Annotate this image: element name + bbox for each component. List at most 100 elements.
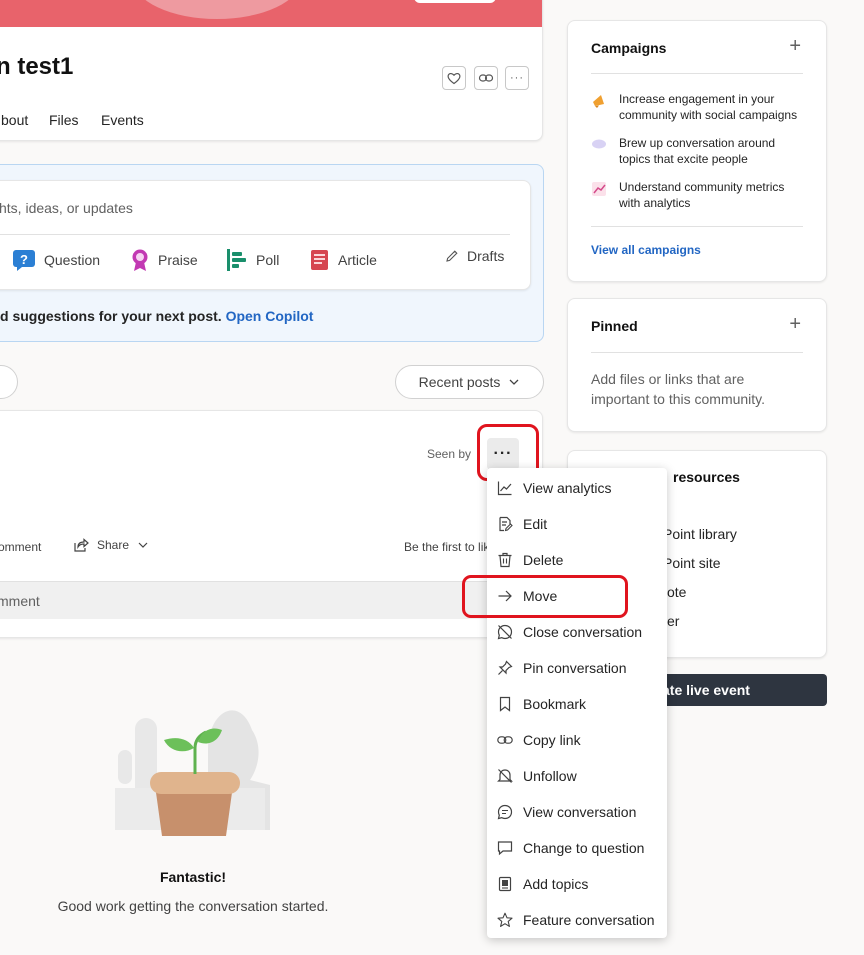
unfollow-icon xyxy=(497,769,513,783)
favorite-button[interactable] xyxy=(442,66,466,90)
menu-item-copy-link[interactable]: Copy link xyxy=(487,722,667,758)
post-type-label: Article xyxy=(338,252,377,268)
pencil-icon xyxy=(446,250,458,262)
resource-sharepoint-site[interactable]: Point site xyxy=(663,555,721,571)
post-type-article[interactable]: Article xyxy=(310,248,377,272)
menu-item-label: Unfollow xyxy=(523,768,577,784)
tab-about[interactable]: bout xyxy=(1,112,28,128)
menu-item-label: Delete xyxy=(523,552,564,568)
question-icon: ? xyxy=(13,250,35,271)
svg-text:?: ? xyxy=(20,252,28,267)
campaign-item-text: Increase engagement in your community wi… xyxy=(619,92,798,122)
group-header-card: n test1 ··· bout Files Events xyxy=(0,0,543,141)
topics-icon xyxy=(498,876,512,892)
campaign-item[interactable]: Increase engagement in your community wi… xyxy=(591,91,806,123)
like-prompt: Be the first to lik xyxy=(404,540,490,554)
menu-item-change-to-question[interactable]: Change to question xyxy=(487,830,667,866)
post-type-praise[interactable]: Praise xyxy=(130,248,198,272)
praise-icon xyxy=(132,249,148,271)
menu-item-label: View analytics xyxy=(523,480,612,496)
resource-onenote[interactable]: ote xyxy=(667,584,686,600)
menu-item-view-conversation[interactable]: View conversation xyxy=(487,794,667,830)
resource-planner[interactable]: er xyxy=(667,613,679,629)
chevron-down-icon xyxy=(138,542,148,548)
copilot-suggestion: d suggestions for your next post. Open C… xyxy=(0,308,313,324)
drafts-button[interactable]: Drafts xyxy=(445,248,504,264)
question-icon xyxy=(497,841,513,856)
post-type-label: Question xyxy=(44,252,101,268)
menu-item-view-analytics[interactable]: View analytics xyxy=(487,470,667,506)
composer-input[interactable]: hts, ideas, or updates xyxy=(0,200,133,216)
chat-bubble-icon xyxy=(592,139,606,149)
sort-dropdown[interactable]: Recent posts xyxy=(395,365,544,399)
pinned-card: Pinned + Add files or links that are imp… xyxy=(567,298,827,432)
tab-events[interactable]: Events xyxy=(101,112,144,128)
resource-sharepoint-library[interactable]: Point library xyxy=(663,526,737,542)
analytics-icon xyxy=(497,481,512,496)
empty-state-message: Good work getting the conversation start… xyxy=(57,898,329,914)
plant-illustration xyxy=(115,710,270,836)
menu-item-label: Add topics xyxy=(523,876,589,892)
add-pinned-button[interactable]: + xyxy=(789,314,801,334)
menu-item-bookmark[interactable]: Bookmark xyxy=(487,686,667,722)
menu-item-label: Edit xyxy=(523,516,548,532)
seen-by-label[interactable]: Seen by xyxy=(427,447,471,461)
menu-item-feature-conversation[interactable]: Feature conversation xyxy=(487,902,667,938)
menu-item-pin-conversation[interactable]: Pin conversation xyxy=(487,650,667,686)
move-item-highlight xyxy=(462,575,628,618)
campaigns-divider xyxy=(591,226,803,227)
edit-icon xyxy=(499,516,513,532)
conversation-icon xyxy=(497,804,513,820)
banner-decoration xyxy=(133,0,301,19)
menu-item-label: View conversation xyxy=(523,804,637,820)
tab-files[interactable]: Files xyxy=(49,112,79,128)
pin-icon xyxy=(498,660,513,675)
megaphone-icon xyxy=(593,95,604,108)
post-type-label: Praise xyxy=(158,252,198,268)
menu-item-label: Close conversation xyxy=(523,624,643,640)
post-type-question[interactable]: ? Question xyxy=(12,248,100,272)
view-all-campaigns-link[interactable]: View all campaigns xyxy=(591,243,701,257)
group-banner xyxy=(0,0,542,27)
pinned-title: Pinned xyxy=(591,318,638,334)
campaign-item[interactable]: Understand community metrics with analyt… xyxy=(591,179,806,211)
menu-item-label: Change to question xyxy=(523,840,645,856)
campaign-item-text: Brew up conversation around topics that … xyxy=(619,136,776,166)
analytics-icon xyxy=(592,182,606,196)
live-event-label: ate live event xyxy=(662,682,750,698)
add-campaign-button[interactable]: + xyxy=(789,36,801,56)
campaigns-divider xyxy=(591,73,803,74)
post-type-poll[interactable]: Poll xyxy=(226,248,279,272)
poll-icon xyxy=(227,249,246,271)
group-title: n test1 xyxy=(0,53,74,80)
more-icon: ··· xyxy=(510,72,524,84)
comment-input[interactable]: mment xyxy=(0,593,40,609)
star-icon xyxy=(497,912,513,927)
share-label: Share xyxy=(97,538,130,552)
more-options-button[interactable]: ··· xyxy=(505,66,529,90)
plus-icon: + xyxy=(789,313,801,335)
bookmark-icon xyxy=(499,696,511,712)
open-copilot-link[interactable]: Open Copilot xyxy=(226,308,314,324)
copy-link-button[interactable] xyxy=(474,66,498,90)
menu-item-close-conversation[interactable]: Close conversation xyxy=(487,614,667,650)
campaign-item[interactable]: Brew up conversation around topics that … xyxy=(591,135,806,167)
menu-item-unfollow[interactable]: Unfollow xyxy=(487,758,667,794)
menu-item-add-topics[interactable]: Add topics xyxy=(487,866,667,902)
pinned-divider xyxy=(591,352,803,353)
heart-icon xyxy=(447,72,461,85)
empty-state-title: Fantastic! xyxy=(159,869,227,885)
menu-item-edit[interactable]: Edit xyxy=(487,506,667,542)
chevron-down-icon xyxy=(509,379,519,385)
menu-item-delete[interactable]: Delete xyxy=(487,542,667,578)
banner-button[interactable] xyxy=(414,0,496,3)
menu-item-label: Bookmark xyxy=(523,696,587,712)
menu-item-label: Pin conversation xyxy=(523,660,627,676)
resources-title: resources xyxy=(673,469,740,485)
drafts-label: Drafts xyxy=(467,248,505,264)
comment-button[interactable]: omment xyxy=(0,540,41,554)
share-icon xyxy=(74,538,89,552)
filter-button[interactable] xyxy=(0,365,18,399)
campaign-item-text: Understand community metrics with analyt… xyxy=(619,180,785,210)
share-button[interactable]: Share xyxy=(73,537,149,553)
